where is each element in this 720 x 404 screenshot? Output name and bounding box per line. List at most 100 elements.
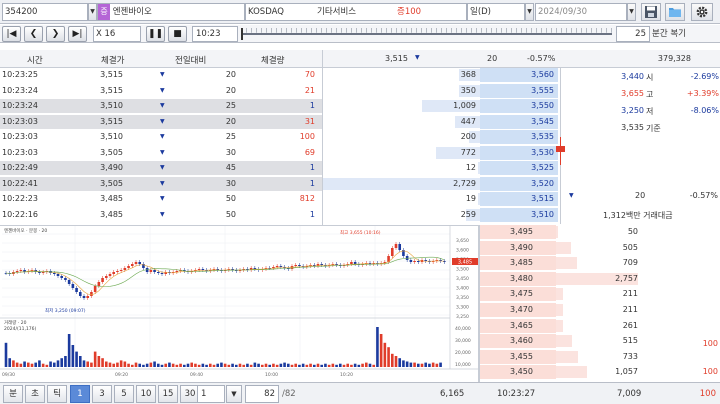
bid-row[interactable]: 3,460 515	[480, 334, 720, 349]
volume-bar	[428, 363, 431, 367]
replay-minutes-input[interactable]: 25	[616, 26, 650, 42]
volume-bar	[416, 363, 420, 367]
replay-control-bar: |◀ ❮ ❯ ▶| X 16 ❚❚ ■ 10:23 25 분간 복기	[0, 25, 720, 43]
interval-button-1[interactable]: 1	[70, 385, 90, 403]
step-back-button[interactable]: ❮	[24, 26, 43, 42]
ask-row[interactable]: 350 3,555	[322, 83, 558, 98]
volume-bar	[8, 358, 12, 367]
volume-bar	[56, 360, 60, 367]
trade-row[interactable]: 10:23:03 3,515 ▼ 20 31	[0, 114, 322, 129]
bid-row[interactable]: 3,480 2,757	[480, 271, 720, 286]
ask-qty: 259	[460, 209, 476, 219]
date-field[interactable]: 2024/09/30	[535, 3, 627, 21]
interval-input[interactable]: 1	[197, 385, 225, 403]
ask-row[interactable]: 2,729 3,520	[322, 176, 558, 191]
volume-bar	[208, 363, 212, 367]
bid-row[interactable]: 3,495 50	[480, 225, 720, 239]
ask-row[interactable]: 447 3,545	[322, 114, 558, 129]
ask-row[interactable]: 12 3,525	[322, 161, 558, 175]
ask-row[interactable]: 200 3,535	[322, 130, 558, 144]
candle	[112, 272, 116, 274]
interval-dropdown[interactable]: ▼	[226, 385, 242, 403]
trade-row[interactable]: 10:22:23 3,485 ▼ 50 812	[0, 192, 322, 206]
speed-select[interactable]: X 16	[93, 26, 141, 42]
trade-price: 3,505	[100, 178, 123, 188]
bid-row[interactable]: 3,450 1,057	[480, 365, 720, 380]
interval-button-3[interactable]: 3	[92, 385, 112, 403]
volume-bar	[368, 363, 372, 367]
volume-bar	[234, 364, 238, 367]
rewind-start-button[interactable]: |◀	[2, 26, 21, 42]
trade-row[interactable]: 10:23:03 3,510 ▼ 25 100	[0, 130, 322, 144]
summary-row: 3,250 저 -8.06%	[561, 106, 720, 118]
stop-button[interactable]: ■	[168, 26, 187, 42]
interval-button-10[interactable]: 10	[136, 385, 156, 403]
trade-row[interactable]: 10:23:03 3,505 ▼ 30 69	[0, 145, 322, 160]
trade-time: 10:23:25	[2, 70, 38, 79]
candle-chart[interactable]: 엔젠바이오 · 분봉 · 20 최고 3,655 (10:16) 최저 3,250 …	[0, 226, 479, 383]
stock-code-input[interactable]: 354200	[2, 3, 88, 21]
bid-row[interactable]: 3,485 709	[480, 256, 720, 271]
trade-row[interactable]: 10:23:25 3,515 ▼ 20 70	[0, 68, 322, 82]
interval-button-15[interactable]: 15	[158, 385, 178, 403]
bid-row[interactable]: 3,455 733	[480, 349, 720, 364]
bid-row[interactable]: 3,465 261	[480, 318, 720, 333]
replay-slider[interactable]	[241, 28, 612, 40]
candle	[19, 270, 23, 271]
summary-row: 3,535 기준	[561, 123, 720, 135]
ask-qty: 368	[460, 70, 476, 79]
trade-row[interactable]: 10:22:16 3,485 ▼ 50 1	[0, 207, 322, 222]
forward-end-button[interactable]: ▶|	[68, 26, 87, 42]
period-select[interactable]: 일(D)	[467, 3, 525, 21]
ask-row[interactable]: 368 3,560	[322, 68, 558, 82]
ob-diff: 20	[487, 54, 498, 63]
forward-end-icon: ▶|	[72, 29, 83, 39]
candle	[64, 278, 67, 280]
stock-name-field[interactable]: 증 엔젠바이오	[97, 3, 245, 21]
slider-thumb[interactable]	[241, 28, 243, 40]
ask-row[interactable]: 259 3,510	[322, 207, 558, 222]
interval-button-5[interactable]: 5	[114, 385, 134, 403]
trade-volume: 70	[304, 70, 315, 79]
step-forward-button[interactable]: ❯	[46, 26, 65, 42]
period-dropdown[interactable]: ▼	[525, 3, 534, 21]
volume-bar	[171, 363, 175, 367]
bid-row[interactable]: 3,475 211	[480, 287, 720, 302]
page-input[interactable]: 82	[245, 385, 279, 403]
second-button[interactable]: 초	[25, 385, 45, 403]
chart-panel[interactable]: 엔젠바이오 · 분봉 · 20 최고 3,655 (10:16) 최저 3,250 …	[0, 225, 479, 382]
date-dropdown[interactable]: ▼	[627, 3, 636, 21]
candle	[41, 272, 45, 273]
ask-row[interactable]: 772 3,530	[322, 145, 558, 160]
ask-row[interactable]: 1,009 3,550	[322, 99, 558, 113]
stock-search-dropdown[interactable]: ▼	[88, 3, 97, 21]
bid-price: 3,480	[510, 273, 533, 283]
volume-bar	[316, 363, 320, 367]
volume-bar	[108, 362, 112, 367]
volume-bar	[15, 362, 19, 367]
minute-button[interactable]: 분	[3, 385, 23, 403]
candle	[320, 264, 324, 265]
bid-total: 7,009	[617, 389, 642, 399]
trade-row[interactable]: 10:23:24 3,515 ▼ 20 21	[0, 83, 322, 98]
ask-row[interactable]: 19 3,515	[322, 192, 558, 206]
bid-divider	[479, 225, 480, 382]
pause-button[interactable]: ❚❚	[146, 26, 165, 42]
trade-row[interactable]: 10:23:24 3,510 ▼ 25 1	[0, 99, 322, 113]
settings-button[interactable]	[691, 3, 713, 21]
save-button[interactable]	[641, 3, 661, 21]
col-header-volume: 체결량	[261, 56, 285, 66]
trade-row[interactable]: 10:22:41 3,505 ▼ 30 1	[0, 176, 322, 191]
bid-row[interactable]: 3,490 505	[480, 240, 720, 255]
stock-name: 엔젠바이오	[112, 7, 152, 17]
time-input[interactable]: 10:23	[192, 26, 238, 42]
open-folder-button[interactable]	[665, 3, 685, 21]
volume-bar	[82, 360, 86, 367]
trade-row[interactable]: 10:22:49 3,490 ▼ 45 1	[0, 161, 322, 175]
volume-bar	[205, 364, 208, 367]
tick-button[interactable]: 틱	[47, 385, 67, 403]
bid-row[interactable]: 3,470 211	[480, 303, 720, 317]
volume-bar	[346, 363, 350, 367]
down-arrow-icon: ▼	[160, 148, 165, 156]
chevron-left-icon: ❮	[29, 29, 38, 39]
